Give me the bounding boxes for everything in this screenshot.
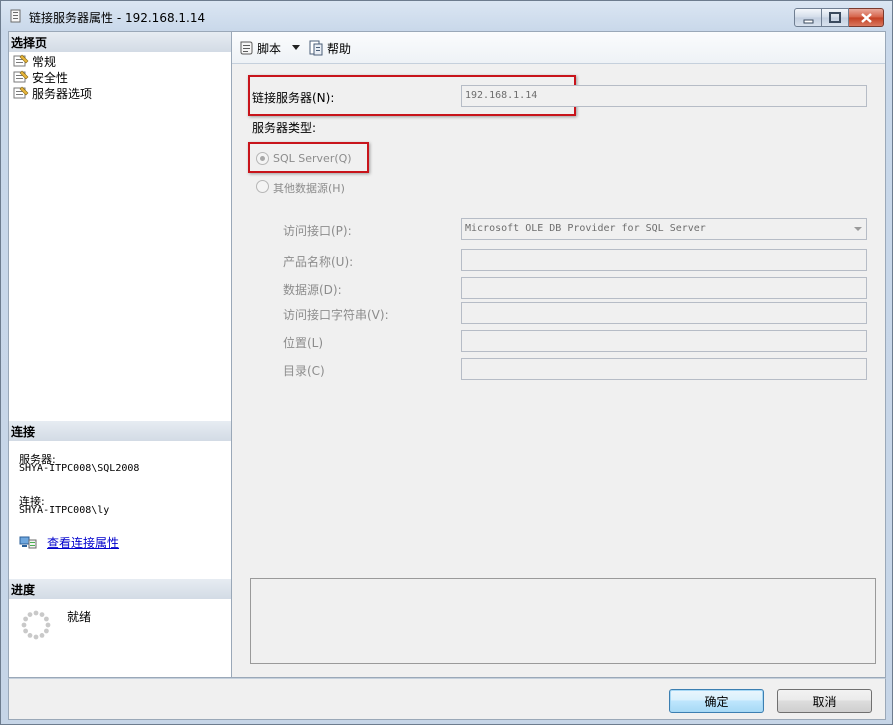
script-icon: [240, 41, 253, 55]
properties-page-icon: [13, 86, 29, 99]
help-icon: [309, 40, 323, 56]
description-panel: [250, 578, 876, 664]
provider-string-label: 访问接口字符串(V):: [283, 308, 389, 322]
app-icon: [10, 9, 21, 23]
chevron-down-icon: [854, 227, 862, 231]
close-icon: [861, 13, 872, 23]
script-button[interactable]: 脚本: [238, 38, 281, 58]
chevron-down-icon[interactable]: [292, 45, 300, 51]
minimize-button[interactable]: [794, 8, 822, 27]
dialog-footer: 确定 取消: [8, 678, 886, 720]
linked-server-field[interactable]: 192.168.1.14: [461, 85, 867, 107]
provider-select[interactable]: Microsoft OLE DB Provider for SQL Server: [461, 218, 867, 240]
nav-item-server-options[interactable]: 服务器选项: [13, 85, 92, 101]
data-source-label: 数据源(D):: [283, 283, 342, 297]
dialog-window: 链接服务器属性 - 192.168.1.14 选择页 常规 安全性 服务器选项 …: [0, 0, 893, 725]
server-value: SHYA-ITPC008\SQL2008: [19, 463, 140, 474]
progress-spinner-icon: [21, 610, 51, 640]
linked-server-label: 链接服务器(N):: [252, 91, 335, 105]
progress-status: 就绪: [67, 610, 92, 624]
provider-label: 访问接口(P):: [283, 224, 352, 238]
nav-item-label: 安全性: [32, 70, 69, 85]
product-name-label: 产品名称(U):: [283, 255, 354, 269]
right-pane: 脚本 帮助 链接服务器(N): 192.168.1.14 服务器类型: SQL …: [232, 31, 886, 678]
properties-page-icon: [13, 54, 29, 67]
window-title: 链接服务器属性 - 192.168.1.14: [29, 11, 206, 25]
cancel-button[interactable]: 取消: [777, 689, 872, 713]
toolbar: 脚本 帮助: [232, 32, 885, 64]
provider-string-field[interactable]: [461, 302, 867, 324]
nav-item-general[interactable]: 常规: [13, 53, 56, 69]
help-label: 帮助: [327, 41, 352, 56]
connection-properties-icon: [19, 536, 37, 549]
script-label: 脚本: [257, 41, 282, 56]
product-name-field[interactable]: [461, 249, 867, 271]
nav-item-security[interactable]: 安全性: [13, 69, 68, 85]
data-source-field[interactable]: [461, 277, 867, 299]
radio-sql-server-label: SQL Server(Q): [273, 152, 352, 165]
minimize-icon: [803, 19, 814, 24]
connection-header: 连接: [9, 421, 231, 441]
help-button[interactable]: 帮助: [308, 38, 351, 58]
maximize-button[interactable]: [822, 8, 849, 27]
maximize-icon: [829, 12, 841, 23]
close-button[interactable]: [849, 8, 884, 27]
view-connection-properties-link[interactable]: 查看连接属性: [47, 534, 119, 551]
server-type-label: 服务器类型:: [252, 121, 317, 135]
left-pane: 选择页 常规 安全性 服务器选项 连接 服务器: SHYA-ITPC008\SQ…: [8, 31, 232, 678]
connection-value: SHYA-ITPC008\ly: [19, 505, 110, 516]
radio-other-data-source[interactable]: [256, 180, 269, 193]
nav-item-label: 服务器选项: [32, 86, 93, 101]
ok-button[interactable]: 确定: [669, 689, 764, 713]
location-field[interactable]: [461, 330, 867, 352]
properties-page-icon: [13, 70, 29, 83]
radio-other-label: 其他数据源(H): [273, 182, 345, 195]
nav-item-label: 常规: [32, 54, 57, 69]
location-label: 位置(L): [283, 336, 324, 350]
select-page-header: 选择页: [9, 32, 231, 52]
catalog-label: 目录(C): [283, 364, 325, 378]
title-bar[interactable]: 链接服务器属性 - 192.168.1.14: [1, 1, 892, 31]
radio-sql-server[interactable]: [256, 152, 269, 165]
catalog-field[interactable]: [461, 358, 867, 380]
progress-header: 进度: [9, 579, 231, 599]
provider-select-value: Microsoft OLE DB Provider for SQL Server: [465, 223, 706, 234]
